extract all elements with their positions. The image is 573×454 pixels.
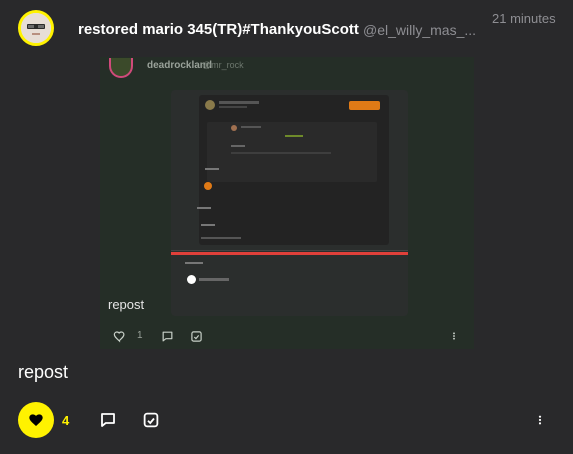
quote-button[interactable]: [141, 410, 161, 430]
embedded-heart-icon[interactable]: [113, 330, 126, 348]
like-count: 4: [62, 413, 70, 428]
post-card: restored mario 345(TR)#ThankyouScott @el…: [0, 0, 573, 454]
embedded-comment-icon[interactable]: [161, 330, 174, 348]
nested-actions-line: [201, 237, 241, 239]
embedded-post-actions: 1: [100, 327, 474, 347]
nested-avatar: [205, 100, 215, 110]
nested-bottom-actions: [199, 278, 229, 281]
nested-repost-line: [205, 168, 219, 170]
heart-icon: [29, 414, 43, 426]
quote-icon: [143, 412, 159, 428]
more-vertical-icon: [538, 415, 542, 425]
nested-inner-line: [241, 126, 261, 128]
author-name[interactable]: restored mario 345(TR)#ThankyouScott: [78, 21, 359, 38]
embedded-post-text: repost: [108, 297, 145, 312]
nested-like-dot: [204, 182, 212, 190]
post-timestamp[interactable]: 21 minutes: [492, 11, 556, 26]
comment-icon: [101, 413, 115, 427]
embedded-quote-icon[interactable]: [190, 330, 203, 348]
author-handle[interactable]: @el_willy_mas_...: [363, 22, 476, 38]
nested-inner-actions: [231, 152, 331, 154]
nested-handle-line: [219, 106, 247, 108]
nested-red-bar: [171, 252, 408, 255]
nested-repost-line-3: [201, 224, 215, 226]
nested-bottom-like-dot: [187, 275, 196, 284]
comment-button[interactable]: [98, 410, 118, 430]
embedded-author-avatar[interactable]: [109, 58, 133, 78]
nested-inner-green-line: [285, 135, 303, 137]
embedded-author-handle[interactable]: @mr_rock: [202, 60, 244, 70]
nested-divider: [171, 250, 408, 251]
embedded-more-vertical-icon[interactable]: [450, 329, 458, 348]
embedded-screenshot-image: [171, 90, 408, 316]
more-button[interactable]: [530, 409, 550, 431]
like-button[interactable]: [18, 402, 54, 438]
nested-inner-avatar: [231, 125, 237, 131]
nested-inner-text-line: [231, 145, 245, 147]
nested-follow-button: [349, 101, 380, 110]
nested-repost-line-2: [197, 207, 211, 209]
embedded-like-count: 1: [137, 330, 143, 341]
embedded-post[interactable]: deadrockland @mr_rock repost 1: [100, 57, 474, 349]
avatar-image: [21, 13, 51, 43]
nested-author-line: [219, 101, 259, 104]
post-text: repost: [18, 362, 69, 382]
nested-bottom-repost-line: [185, 262, 203, 264]
author-avatar[interactable]: [18, 10, 54, 46]
